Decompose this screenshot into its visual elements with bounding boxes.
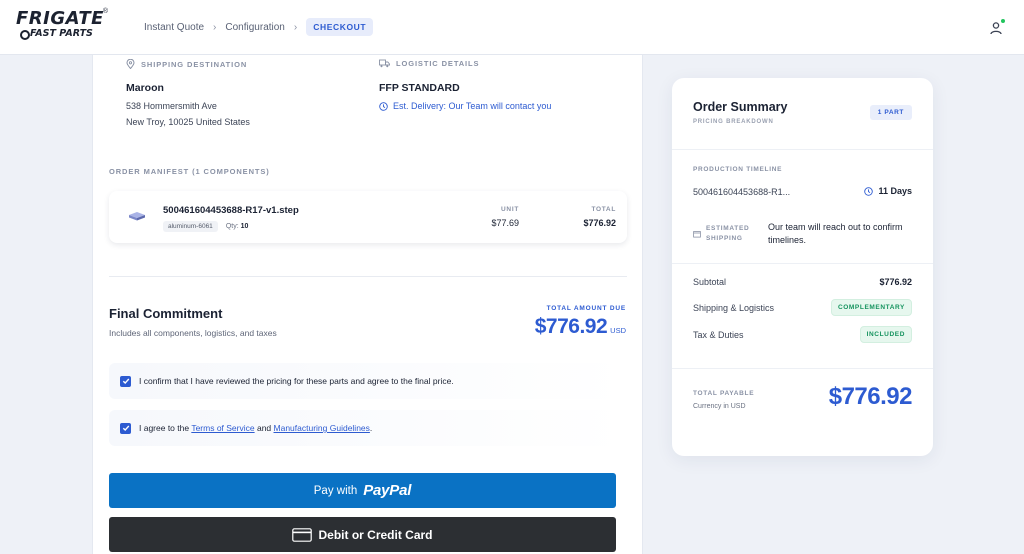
online-status-dot — [1000, 18, 1006, 24]
user-account-button[interactable] — [984, 16, 1008, 40]
summary-divider — [672, 149, 933, 150]
total-payable-value: $776.92 — [828, 383, 913, 410]
credit-card-icon — [292, 527, 313, 542]
order-summary-card: Order Summary PRICING BREAKDOWN 1 PART P… — [672, 78, 933, 456]
total-currency: USD — [610, 326, 626, 335]
total-amount-due-label: TOTAL AMOUNT DUE — [546, 305, 626, 312]
clock-icon — [379, 101, 388, 111]
estimated-shipping-text: Our team will reach out to confirm timel… — [768, 222, 903, 245]
terms-consent-row[interactable]: I agree to the Terms of Service and Manu… — [109, 410, 627, 446]
box-icon — [693, 231, 701, 238]
card-button-label: Debit or Credit Card — [318, 527, 433, 542]
currency-note: Currency in USD — [693, 403, 746, 410]
quantity-text: Qty: 10 — [225, 223, 249, 230]
logo-gear-icon — [20, 30, 30, 40]
section-divider — [109, 276, 627, 277]
subtotal-label: Subtotal — [693, 277, 727, 287]
logistic-method: FFP STANDARD — [379, 82, 460, 94]
final-commitment-subtitle: Includes all components, logistics, and … — [109, 328, 277, 338]
top-header: FRIGATE FAST PARTS ® Instant Quote › Con… — [0, 0, 1024, 55]
checkout-main-panel: SHIPPING DESTINATION Maroon 538 Hommersm… — [92, 55, 643, 554]
breadcrumb-checkout: CHECKOUT — [306, 18, 374, 36]
pricing-consent-checkbox[interactable] — [120, 375, 131, 387]
shipping-destination-label: SHIPPING DESTINATION — [126, 59, 247, 69]
subtotal-value: $776.92 — [879, 277, 912, 287]
paypal-button-label: Pay with — [313, 484, 358, 497]
terms-consent-text: I agree to the Terms of Service and Manu… — [139, 423, 373, 433]
total-payable-label: TOTAL PAYABLE — [693, 390, 755, 397]
debit-credit-card-button[interactable]: Debit or Credit Card — [109, 517, 616, 552]
timeline-duration: 11 Days — [864, 186, 912, 196]
location-pin-icon — [126, 59, 135, 69]
estimated-shipping-label: ESTIMATED SHIPPING — [693, 224, 749, 244]
manufacturing-guidelines-link[interactable]: Manufacturing Guidelines — [274, 423, 370, 433]
final-commitment-title: Final Commitment — [109, 306, 223, 321]
frigate-logo[interactable]: FRIGATE FAST PARTS ® — [16, 8, 108, 44]
estimated-delivery: Est. Delivery: Our Team will contact you — [379, 101, 551, 111]
part-meta: aluminum-6061 Qty: 10 — [163, 221, 248, 232]
logo-tagline: FAST PARTS — [30, 28, 93, 39]
shipping-status-badge: COMPLEMENTARY — [830, 299, 912, 316]
pricing-consent-text: I confirm that I have reviewed the prici… — [139, 376, 454, 386]
total-amount-value: $776.92 — [534, 315, 608, 338]
paypal-logo: PayPal — [363, 482, 412, 499]
checkmark-icon — [122, 425, 129, 432]
total-amount-due: $776.92 USD — [535, 315, 626, 339]
shipping-address-line2: New Troy, 10025 United States — [126, 117, 250, 127]
shipping-name: Maroon — [126, 82, 164, 94]
manifest-item-row[interactable]: 500461604453688-R17-v1.step aluminum-606… — [109, 191, 627, 243]
breadcrumb: Instant Quote › Configuration › CHECKOUT — [144, 18, 374, 36]
unit-header: UNIT — [501, 206, 519, 213]
part-count-badge: 1 PART — [869, 105, 912, 120]
shipping-address-line1: 538 Hommersmith Ave — [126, 101, 217, 111]
logistic-details-label: LOGISTIC DETAILS — [379, 59, 479, 68]
timeline-part-name: 500461604453688-R1... — [693, 187, 791, 197]
summary-divider — [672, 263, 933, 264]
part-file-name: 500461604453688-R17-v1.step — [163, 205, 299, 216]
logo-registered-mark: ® — [102, 8, 108, 15]
breadcrumb-configuration[interactable]: Configuration — [225, 22, 284, 33]
pay-with-paypal-button[interactable]: Pay with PayPal — [109, 473, 616, 508]
checkmark-icon — [122, 378, 129, 385]
total-header: TOTAL — [591, 206, 616, 213]
shipping-logistics-label: Shipping & Logistics — [693, 303, 775, 313]
terms-consent-checkbox[interactable] — [120, 422, 131, 434]
pricing-consent-row[interactable]: I confirm that I have reviewed the prici… — [109, 363, 627, 399]
unit-price: $77.69 — [491, 218, 519, 228]
chevron-right-icon: › — [213, 21, 217, 33]
production-timeline-label: PRODUCTION TIMELINE — [693, 166, 783, 173]
material-tag: aluminum-6061 — [163, 221, 218, 232]
terms-of-service-link[interactable]: Terms of Service — [191, 423, 254, 433]
pricing-breakdown-label: PRICING BREAKDOWN — [693, 119, 774, 125]
truck-icon — [379, 59, 390, 68]
total-price: $776.92 — [583, 218, 616, 228]
logo-wordmark: FRIGATE — [16, 8, 104, 29]
chevron-right-icon: › — [293, 21, 298, 33]
order-summary-title: Order Summary — [693, 100, 788, 114]
breadcrumb-instant-quote[interactable]: Instant Quote — [144, 22, 204, 33]
order-manifest-label: ORDER MANIFEST (1 COMPONENTS) — [109, 167, 270, 176]
tax-status-badge: INCLUDED — [859, 326, 912, 343]
summary-divider — [672, 368, 933, 369]
clock-icon — [864, 186, 874, 196]
tax-duties-label: Tax & Duties — [693, 330, 744, 340]
part-thumbnail-icon — [129, 212, 145, 221]
